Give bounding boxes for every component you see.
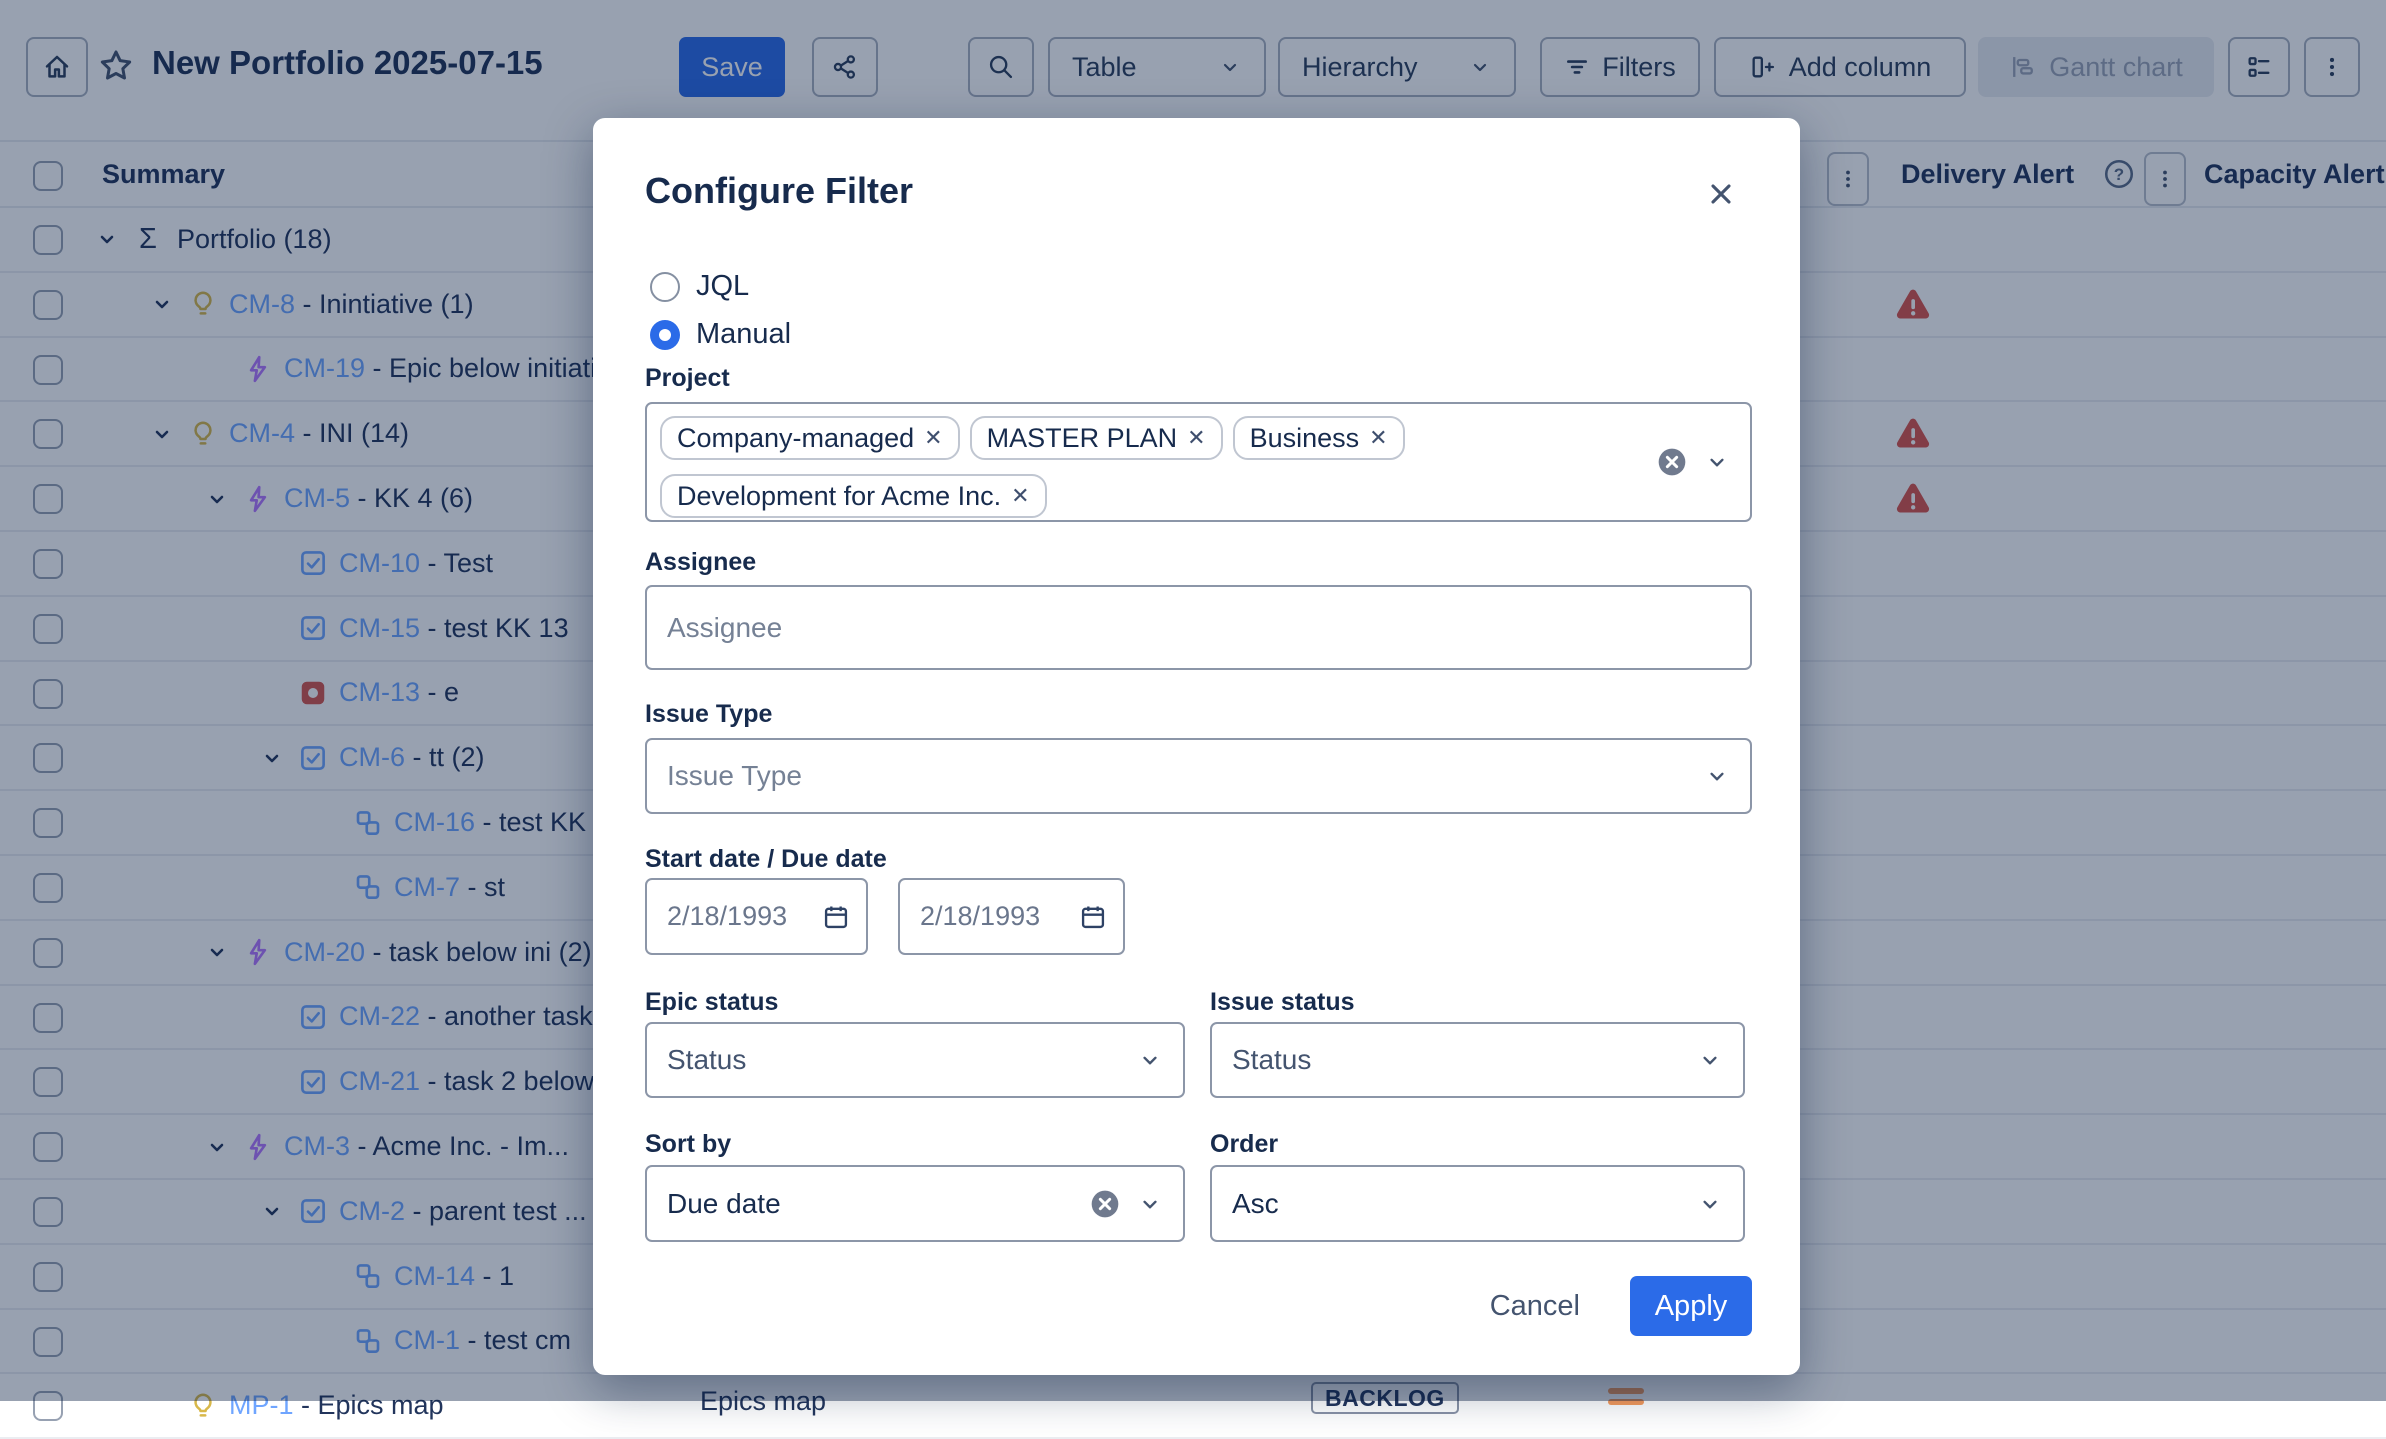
start-date-input[interactable]: 2/18/1993 <box>645 878 868 955</box>
calendar-icon[interactable] <box>1079 903 1107 931</box>
configure-filter-modal: Configure Filter JQL Manual Project Comp… <box>593 118 1800 1375</box>
start-date-value: 2/18/1993 <box>667 901 787 932</box>
order-value: Asc <box>1232 1188 1279 1220</box>
chevron-down-icon <box>1697 1191 1723 1217</box>
project-multiselect[interactable]: Company-managed✕MASTER PLAN✕Business✕Dev… <box>645 402 1752 522</box>
chevron-down-icon <box>1697 1047 1723 1073</box>
jql-radio-option[interactable]: JQL <box>650 270 749 303</box>
project-tag-list: Company-managed✕MASTER PLAN✕Business✕Dev… <box>647 404 1750 530</box>
modal-title: Configure Filter <box>645 170 913 212</box>
dates-label: Start date / Due date <box>645 845 887 874</box>
issue-status-placeholder: Status <box>1232 1044 1311 1076</box>
epic-status-placeholder: Status <box>667 1044 746 1076</box>
order-select[interactable]: Asc <box>1210 1165 1745 1242</box>
chevron-down-icon <box>1137 1191 1163 1217</box>
jql-radio-label: JQL <box>696 270 749 303</box>
remove-tag-icon[interactable]: ✕ <box>1187 427 1205 449</box>
remove-tag-icon[interactable]: ✕ <box>924 427 942 449</box>
assignee-field[interactable]: Assignee <box>645 585 1752 670</box>
issue-status-select[interactable]: Status <box>1210 1022 1745 1098</box>
sort-by-label: Sort by <box>645 1130 731 1159</box>
epic-status-label: Epic status <box>645 988 778 1017</box>
manual-radio-option[interactable]: Manual <box>650 318 791 351</box>
issue-type-placeholder: Issue Type <box>667 760 802 792</box>
due-date-input[interactable]: 2/18/1993 <box>898 878 1125 955</box>
project-tag-label: Development for Acme Inc. <box>677 481 1001 512</box>
issue-status-label: Issue status <box>1210 988 1355 1017</box>
epic-status-select[interactable]: Status <box>645 1022 1185 1098</box>
calendar-icon[interactable] <box>822 903 850 931</box>
issue-type-label: Issue Type <box>645 700 772 729</box>
clear-all-icon[interactable] <box>1656 446 1688 478</box>
remove-tag-icon[interactable]: ✕ <box>1369 427 1387 449</box>
assignee-placeholder: Assignee <box>667 612 782 644</box>
project-tag-label: MASTER PLAN <box>987 423 1178 454</box>
due-date-value: 2/18/1993 <box>920 901 1040 932</box>
project-tag[interactable]: Company-managed ✕ <box>660 416 960 460</box>
chevron-down-icon[interactable] <box>1704 449 1730 475</box>
sort-by-select[interactable]: Due date <box>645 1165 1185 1242</box>
cancel-button[interactable]: Cancel <box>1484 1289 1586 1324</box>
assignee-label: Assignee <box>645 548 756 577</box>
project-tag[interactable]: MASTER PLAN ✕ <box>970 416 1223 460</box>
chevron-down-icon <box>1137 1047 1163 1073</box>
radio-selected-icon <box>650 320 680 350</box>
project-label: Project <box>645 364 730 393</box>
chevron-down-icon <box>1704 763 1730 789</box>
manual-radio-label: Manual <box>696 318 791 351</box>
modal-footer: Cancel Apply <box>1484 1276 1752 1336</box>
radio-unselected-icon <box>650 272 680 302</box>
project-tag[interactable]: Business ✕ <box>1233 416 1405 460</box>
close-icon[interactable] <box>1701 174 1741 214</box>
project-tag-label: Company-managed <box>677 423 914 454</box>
issue-type-select[interactable]: Issue Type <box>645 738 1752 814</box>
apply-button[interactable]: Apply <box>1630 1276 1752 1336</box>
project-tag[interactable]: Development for Acme Inc. ✕ <box>660 474 1047 518</box>
order-label: Order <box>1210 1130 1278 1159</box>
clear-icon[interactable] <box>1089 1188 1121 1220</box>
project-tag-label: Business <box>1250 423 1360 454</box>
remove-tag-icon[interactable]: ✕ <box>1011 485 1029 507</box>
sort-by-value: Due date <box>667 1188 781 1220</box>
